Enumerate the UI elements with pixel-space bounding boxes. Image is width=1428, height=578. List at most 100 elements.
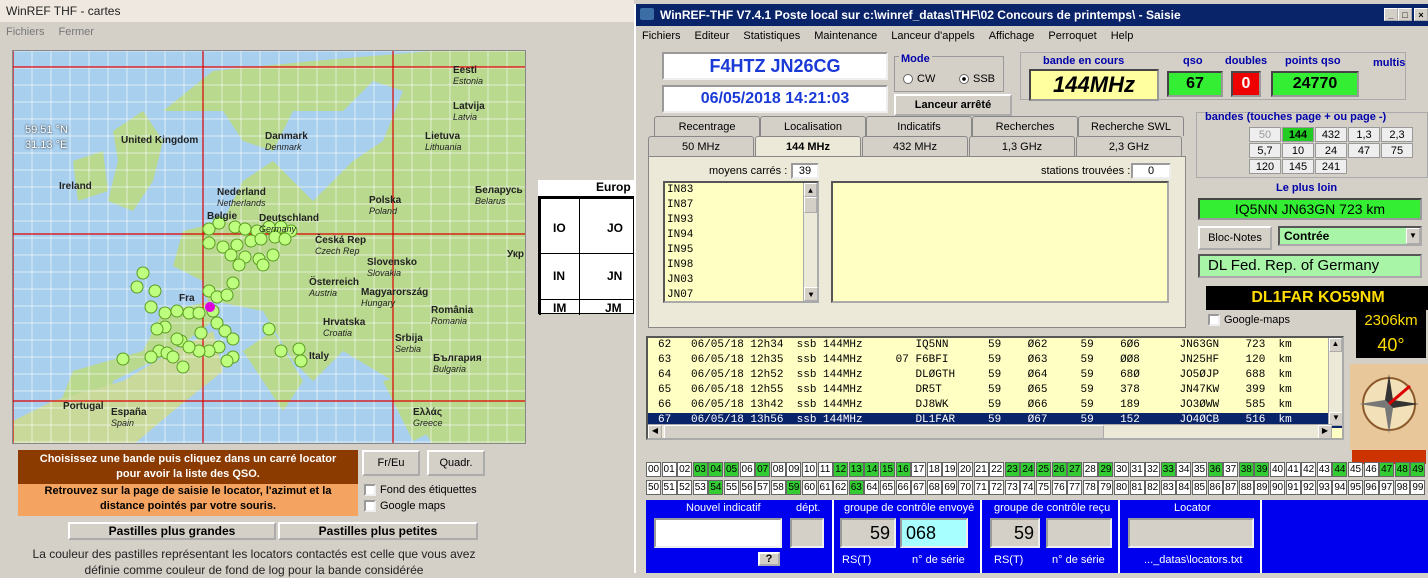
serial-cell[interactable]: 34 xyxy=(1176,462,1192,477)
tab-band-3[interactable]: 1,3 GHz xyxy=(969,136,1075,156)
locator-input[interactable] xyxy=(1128,518,1254,548)
band-cell[interactable]: 144 xyxy=(1282,127,1314,142)
serial-cell[interactable]: 89 xyxy=(1254,480,1270,495)
serial-cell[interactable]: 32 xyxy=(1145,462,1161,477)
europe-map[interactable]: 59.51 °N 31.13 °E Eesti Estonia Latvija Lat… xyxy=(12,50,526,444)
qso-dot[interactable] xyxy=(144,350,158,364)
gmaps-checkbox-box[interactable] xyxy=(364,500,376,512)
serial-cell[interactable]: 26 xyxy=(1051,462,1067,477)
serial-cell[interactable]: 08 xyxy=(770,462,786,477)
band-cell[interactable]: 120 xyxy=(1249,159,1281,174)
serial-cell[interactable]: 06 xyxy=(739,462,755,477)
grid-cell-jo[interactable]: JO xyxy=(607,221,623,235)
band-cell[interactable]: 1,3 xyxy=(1348,127,1380,142)
serial-cell[interactable]: 14 xyxy=(864,462,880,477)
qso-dot[interactable] xyxy=(158,306,172,320)
serial-cell[interactable]: 17 xyxy=(911,462,927,477)
tab-band-1[interactable]: 144 MHz xyxy=(755,136,861,156)
qso-dot[interactable] xyxy=(176,360,190,374)
tab-recherche-swl[interactable]: Recherche SWL xyxy=(1078,116,1184,136)
serial-cell[interactable]: 53 xyxy=(692,480,708,495)
qso-dot[interactable] xyxy=(150,322,164,336)
serial-cell[interactable]: 07 xyxy=(755,462,771,477)
ssb-radio-icon[interactable] xyxy=(959,74,969,84)
serial-cell[interactable]: 86 xyxy=(1207,480,1223,495)
qso-dot[interactable] xyxy=(292,342,306,356)
serial-cell[interactable]: 03 xyxy=(692,462,708,477)
serial-cell[interactable]: 22 xyxy=(989,462,1005,477)
grid-cell-jn[interactable]: JN xyxy=(607,269,622,283)
serial-cell[interactable]: 55 xyxy=(724,480,739,495)
serial-cell[interactable]: 45 xyxy=(1348,462,1363,477)
serial-cell[interactable]: 43 xyxy=(1316,462,1332,477)
band-cell[interactable]: 2,3 xyxy=(1381,127,1413,142)
grid-cell-im[interactable]: IM xyxy=(553,301,566,315)
scroll-up-icon[interactable]: ▲ xyxy=(804,183,817,197)
serial-cell[interactable]: 85 xyxy=(1192,480,1207,495)
band-cell[interactable]: 47 xyxy=(1348,143,1380,158)
serial-cell[interactable]: 16 xyxy=(895,462,911,477)
band-cell[interactable]: 75 xyxy=(1381,143,1413,158)
serial-cell[interactable]: 36 xyxy=(1207,462,1223,477)
serial-cell[interactable]: 09 xyxy=(786,462,802,477)
serial-cell[interactable]: 56 xyxy=(739,480,755,495)
qso-dot[interactable] xyxy=(226,332,240,346)
qso-log[interactable]: 62 06/05/18 12h34 ssb 144MHz IQ5NN 59 Ø6… xyxy=(646,336,1344,440)
serial-cell[interactable]: 15 xyxy=(880,462,895,477)
tab-band-0[interactable]: 50 MHz xyxy=(648,136,754,156)
serial-cell[interactable]: 37 xyxy=(1223,462,1239,477)
launcher-button[interactable]: Lanceur arrêté xyxy=(894,94,1012,116)
tab-recherches[interactable]: Recherches xyxy=(972,116,1078,136)
mode-cw-radio[interactable]: CW xyxy=(903,73,935,85)
serial-cell[interactable]: 92 xyxy=(1301,480,1317,495)
qso-dot[interactable] xyxy=(232,258,246,272)
chevron-down-icon[interactable]: ▼ xyxy=(1406,228,1420,244)
serial-cell[interactable]: 31 xyxy=(1129,462,1145,477)
serial-cell[interactable]: 05 xyxy=(724,462,739,477)
qso-dot[interactable] xyxy=(256,258,270,272)
serial-cell[interactable]: 01 xyxy=(661,462,677,477)
maximize-icon[interactable]: □ xyxy=(1398,8,1412,21)
serial-cell[interactable]: 63 xyxy=(848,480,864,495)
serial-cell[interactable]: 46 xyxy=(1363,462,1379,477)
serial-cell[interactable]: 96 xyxy=(1363,480,1379,495)
serial-cell[interactable]: 68 xyxy=(926,480,942,495)
serial-cell[interactable]: 76 xyxy=(1051,480,1067,495)
serial-cell[interactable]: 58 xyxy=(770,480,786,495)
serial-cell[interactable]: 12 xyxy=(833,462,849,477)
smaller-dots-button[interactable]: Pastilles plus petites xyxy=(278,522,478,540)
square-item[interactable]: IN95 xyxy=(667,243,815,258)
serial-cell[interactable]: 00 xyxy=(646,462,661,477)
log-row[interactable]: 64 06/05/18 12h52 ssb 144MHz DLØGTH 59 Ø… xyxy=(648,368,1342,383)
sent-rst-box[interactable]: 59 xyxy=(840,518,896,548)
serial-cell[interactable]: 28 xyxy=(1082,462,1098,477)
new-call-input[interactable] xyxy=(654,518,782,548)
serial-cell[interactable]: 02 xyxy=(677,462,693,477)
menu-item-6[interactable]: Perroquet xyxy=(1048,30,1096,42)
serial-cell[interactable]: 79 xyxy=(1098,480,1114,495)
serial-cell[interactable]: 21 xyxy=(973,462,989,477)
serial-cell[interactable]: 72 xyxy=(989,480,1005,495)
qso-dot[interactable] xyxy=(220,288,234,302)
log-row[interactable]: 66 06/05/18 13h42 ssb 144MHz DJ8WK 59 Ø6… xyxy=(648,398,1342,413)
qso-dot[interactable] xyxy=(266,248,280,262)
band-cell[interactable]: 10 xyxy=(1282,143,1314,158)
serial-cell[interactable]: 50 xyxy=(646,480,661,495)
serial-cell[interactable]: 88 xyxy=(1238,480,1254,495)
menu-item-4[interactable]: Lanceur d'appels xyxy=(891,30,974,42)
serial-cell[interactable]: 67 xyxy=(911,480,927,495)
serial-cell[interactable]: 42 xyxy=(1301,462,1317,477)
serial-cell[interactable]: 49 xyxy=(1410,462,1426,477)
square-item[interactable]: JN03 xyxy=(667,273,815,288)
serial-cell[interactable]: 25 xyxy=(1036,462,1051,477)
log-hscroll[interactable]: ◀ ▶ xyxy=(648,424,1332,438)
serial-cell[interactable]: 70 xyxy=(958,480,973,495)
band-cell[interactable]: 241 xyxy=(1315,159,1347,174)
menu-item-7[interactable]: Help xyxy=(1111,30,1134,42)
qso-dot[interactable] xyxy=(130,280,144,294)
qso-dot[interactable] xyxy=(220,354,234,368)
serial-cell[interactable]: 57 xyxy=(755,480,771,495)
serial-cell[interactable]: 33 xyxy=(1160,462,1176,477)
serial-cell[interactable]: 78 xyxy=(1082,480,1098,495)
band-cell[interactable]: 145 xyxy=(1282,159,1314,174)
